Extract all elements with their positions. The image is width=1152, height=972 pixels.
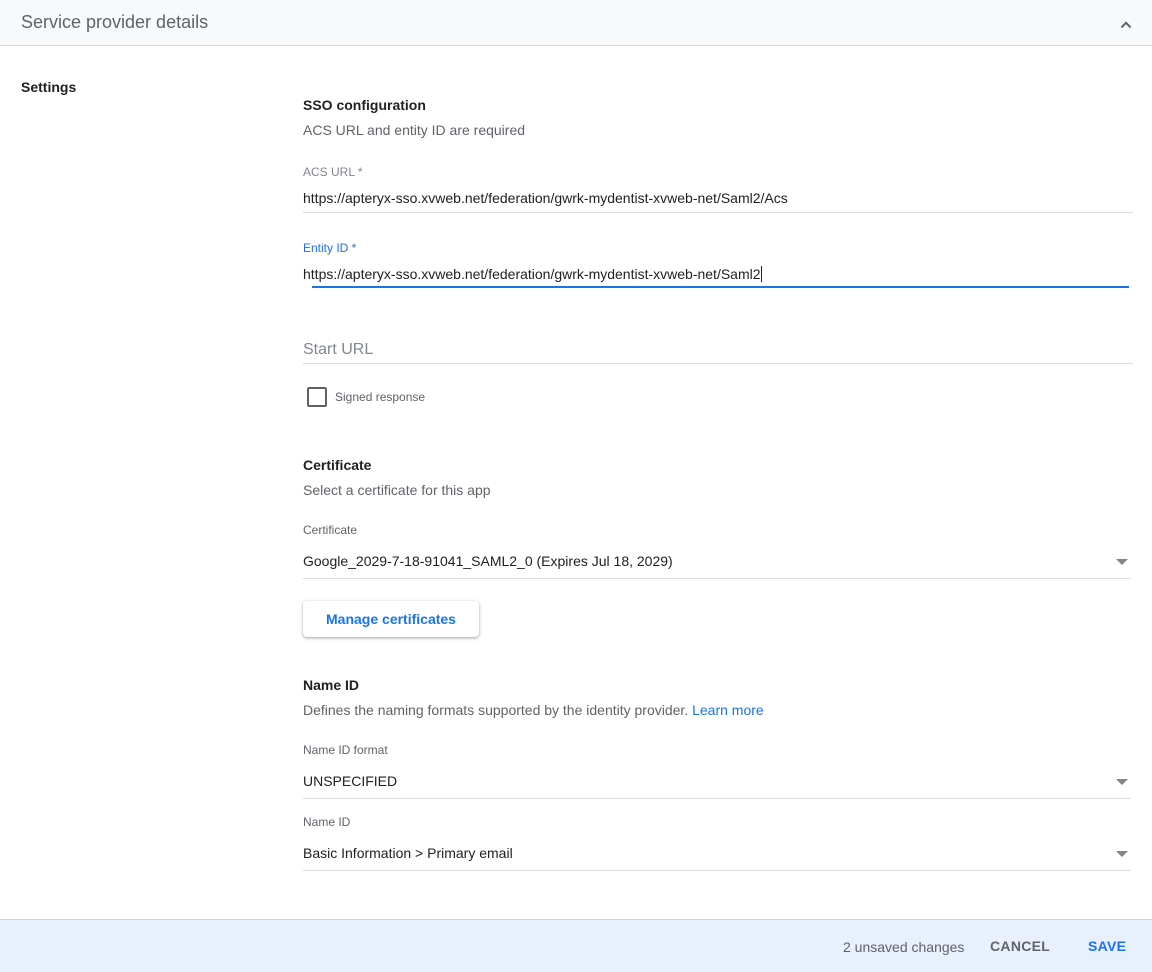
entity-id-focus-underline [312,286,1129,288]
sso-configuration-description: ACS URL and entity ID are required [303,122,526,138]
settings-label: Settings [21,79,77,95]
name-id-format-underline [303,798,1131,799]
chevron-down-icon [1116,851,1128,857]
chevron-down-icon [1116,779,1128,785]
signed-response-checkbox[interactable] [307,387,327,407]
certificate-title: Certificate [303,457,372,473]
name-id-format-label: Name ID format [303,743,388,757]
certificate-selected-value: Google_2029-7-18-91041_SAML2_0 (Expires … [303,553,673,569]
section-header[interactable]: Service provider details [0,0,1152,46]
acs-url-underline [303,212,1133,213]
unsaved-changes-text: 2 unsaved changes [843,939,965,955]
name-id-value: Basic Information > Primary email [303,845,513,861]
section-title: Service provider details [21,12,209,32]
learn-more-link[interactable]: Learn more [692,702,764,718]
name-id-title: Name ID [303,677,360,693]
chevron-down-icon [1116,559,1128,565]
manage-certificates-button[interactable]: Manage certificates [303,601,479,637]
signed-response-label[interactable]: Signed response [335,390,425,404]
entity-id-value: https://apteryx-sso.xvweb.net/federation… [303,266,761,282]
certificate-description: Select a certificate for this app [303,482,491,498]
entity-id-label: Entity ID * [303,241,357,255]
start-url-underline [303,363,1133,364]
name-id-format-value: UNSPECIFIED [303,773,398,789]
text-cursor [760,266,762,282]
name-id-description: Defines the naming formats supported by … [303,702,764,718]
save-button[interactable]: SAVE [1088,938,1126,954]
acs-url-label: ACS URL * [303,165,363,179]
start-url-input[interactable]: Start URL [303,341,373,359]
save-bar: 2 unsaved changes CANCEL SAVE [0,919,1152,972]
cancel-button[interactable]: CANCEL [990,938,1050,954]
name-id-underline [303,870,1131,871]
entity-id-input[interactable]: https://apteryx-sso.xvweb.net/federation… [303,266,762,282]
collapse-button[interactable] [1114,12,1138,36]
sso-configuration-title: SSO configuration [303,97,426,113]
certificate-select-underline [303,578,1131,579]
name-id-label: Name ID [303,815,351,829]
name-id-description-text: Defines the naming formats supported by … [303,702,689,718]
acs-url-input[interactable]: https://apteryx-sso.xvweb.net/federation… [303,190,788,206]
certificate-field-label: Certificate [303,523,358,537]
chevron-up-icon [1120,21,1132,29]
name-id-format-select[interactable] [303,764,1131,800]
